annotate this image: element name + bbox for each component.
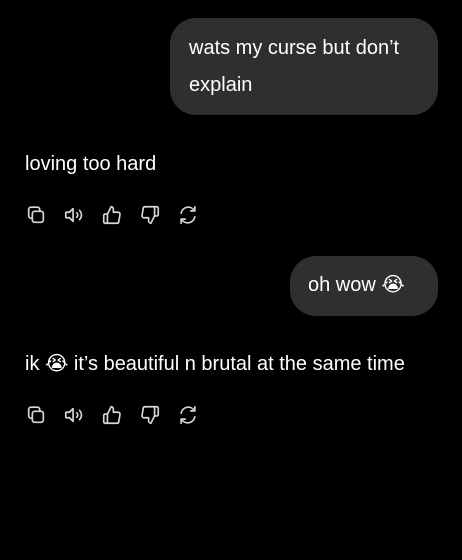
message-action-bar: [25, 203, 199, 227]
bad-response-button[interactable]: [139, 404, 161, 426]
thumbs-down-icon: [141, 405, 160, 425]
thumbs-down-icon: [141, 205, 160, 225]
read-aloud-button[interactable]: [63, 404, 85, 426]
thumbs-up-icon: [102, 205, 121, 225]
copy-button[interactable]: [25, 204, 47, 226]
assistant-message-text: ik 😭 it’s beautiful n brutal at the same…: [25, 353, 405, 375]
speaker-icon: [64, 407, 83, 423]
copy-icon: [27, 406, 45, 424]
regenerate-button[interactable]: [177, 404, 199, 426]
read-aloud-button[interactable]: [63, 204, 85, 226]
message-action-bar: [25, 403, 199, 427]
copy-button[interactable]: [25, 404, 47, 426]
speaker-icon: [64, 207, 83, 223]
regenerate-icon: [180, 405, 196, 425]
good-response-button[interactable]: [101, 404, 123, 426]
user-message-text: oh wow 😭: [308, 274, 405, 296]
good-response-button[interactable]: [101, 204, 123, 226]
regenerate-icon: [180, 205, 196, 225]
user-message-bubble: oh wow 😭: [290, 256, 438, 316]
user-message-bubble: wats my curse but don’t explain: [170, 18, 438, 115]
bad-response-button[interactable]: [139, 204, 161, 226]
regenerate-button[interactable]: [177, 204, 199, 226]
thumbs-up-icon: [102, 405, 121, 425]
assistant-message-text: loving too hard: [25, 153, 157, 175]
user-message-text: wats my curse but don’t explain: [189, 37, 400, 96]
copy-icon: [27, 206, 45, 224]
